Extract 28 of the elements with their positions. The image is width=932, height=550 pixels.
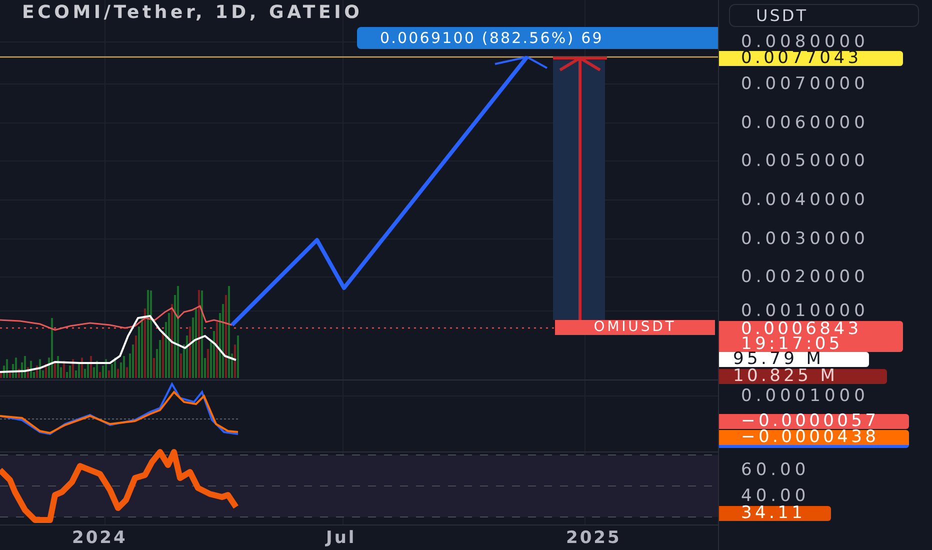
measure-label: 0.0069100 (882.56%) 69 [357, 27, 718, 49]
tag-value: 10.825 M [733, 369, 840, 384]
price-axis-label: 0.0020000 [741, 268, 869, 286]
price-axis-label: 0.0070000 [741, 75, 869, 93]
price-axis-label: 0.0030000 [741, 230, 869, 248]
price-axis-label: 0.0050000 [741, 152, 869, 170]
price-axis-label: 0.0010000 [741, 302, 869, 320]
time-axis-label: 2024 [72, 528, 128, 548]
tag-value: 34.11 [741, 506, 807, 521]
countdown-text: 19:17:05 [741, 337, 843, 352]
tag-value: −0.0000438 [741, 430, 880, 445]
price-axis-label: 0.0001000 [741, 387, 869, 405]
price-axis-label: 0.0060000 [741, 114, 869, 132]
horizontal-line[interactable] [0, 56, 718, 58]
tag-value: 95.79 M [733, 352, 824, 367]
tag-value: −0.0000057 [741, 414, 880, 429]
time-axis-label: 2025 [566, 528, 622, 548]
price-axis-label: 0.0040000 [741, 191, 869, 209]
rsi-axis-label: 60.00 [741, 461, 810, 479]
currency-button[interactable]: USDT [729, 4, 919, 27]
rsi-axis-label: 40.00 [741, 487, 810, 505]
tag-value: 0.0077043 [741, 51, 863, 66]
tag-value: 0.0006843 [741, 322, 863, 337]
time-axis-label: Jul [326, 528, 356, 548]
symbol-tag: OMIUSDT [555, 320, 715, 335]
chart-title: ECOMI/Tether, 1D, GATEIO [22, 2, 363, 23]
forecast-arrow[interactable] [230, 56, 548, 326]
price-axis-label: 0.0080000 [741, 33, 869, 51]
